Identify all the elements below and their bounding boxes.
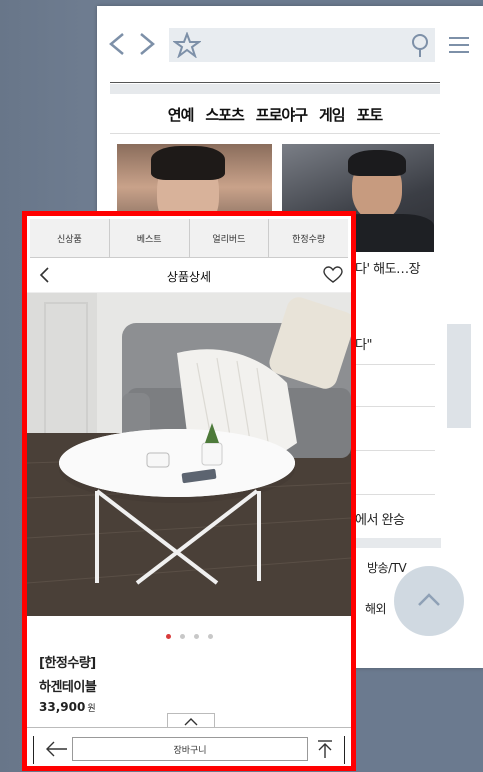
category-divider [110, 133, 440, 134]
pagination-dot[interactable] [207, 634, 213, 639]
product-image[interactable] [27, 293, 351, 616]
shopping-app-frame: 신상품 베스트 얼리버드 한정수량 상품상세 [한정수량] 하겐테이블 33,9… [22, 211, 356, 771]
left-arrow-icon[interactable] [44, 738, 70, 760]
news-section-link[interactable]: 해외 [365, 600, 387, 617]
arrow-to-top-icon[interactable] [314, 738, 336, 760]
bottom-action-bar: 장바구니 [27, 727, 351, 766]
product-price: 33,900 원 [39, 700, 96, 714]
app-header: 상품상세 [27, 258, 351, 293]
browser-toolbar [97, 6, 483, 84]
category-entertainment[interactable]: 연예 [168, 104, 195, 125]
tab-early-bird[interactable]: 얼리버드 [190, 219, 270, 257]
price-currency: 원 [87, 704, 96, 714]
category-games[interactable]: 게임 [319, 104, 346, 125]
tab-new[interactable]: 신상품 [30, 219, 110, 257]
bottom-bar-frame: 장바구니 [33, 736, 345, 764]
tab-limited[interactable]: 한정수량 [269, 219, 348, 257]
news-section-link[interactable]: 방송/TV [367, 559, 407, 576]
scroll-to-top-button[interactable] [394, 566, 464, 636]
forward-arrow-icon[interactable] [133, 30, 161, 58]
expand-panel-tab[interactable] [167, 713, 215, 728]
news-headline[interactable]: 다' 해도…장 [355, 258, 421, 277]
category-baseball[interactable]: 프로야구 [256, 104, 308, 125]
scrollbar-thumb[interactable] [447, 324, 471, 428]
section-band [353, 538, 441, 548]
price-value: 33,900 [39, 700, 86, 714]
category-photo[interactable]: 포토 [357, 104, 384, 125]
product-name: 하겐테이블 [39, 680, 97, 695]
address-bar[interactable] [169, 28, 435, 62]
chevron-up-icon [184, 718, 198, 726]
page-title: 상품상세 [166, 270, 212, 284]
list-divider [353, 406, 435, 407]
list-divider [353, 364, 435, 365]
cart-button[interactable]: 장바구니 [72, 737, 308, 761]
coffee-table-photo [27, 293, 351, 616]
news-headline[interactable]: 다" [355, 334, 372, 353]
list-divider [353, 450, 435, 451]
news-headline[interactable]: 에서 완승 [355, 509, 405, 528]
image-pagination [27, 634, 351, 639]
pagination-dot[interactable] [193, 634, 199, 639]
back-arrow-icon[interactable] [105, 30, 133, 58]
section-band [110, 84, 440, 94]
category-sports[interactable]: 스포츠 [205, 104, 244, 125]
toolbar-divider [110, 82, 440, 83]
list-divider [353, 494, 435, 495]
news-category-nav: 연예 스포츠 프로야구 게임 포토 [110, 96, 440, 132]
location-pin-icon[interactable] [409, 33, 431, 59]
pagination-dot[interactable] [179, 634, 185, 639]
tab-best[interactable]: 베스트 [110, 219, 190, 257]
hamburger-menu-icon[interactable] [449, 37, 469, 53]
star-bookmark-icon[interactable] [173, 32, 201, 58]
product-badge: [한정수량] [39, 656, 96, 671]
chevron-up-icon [418, 593, 440, 606]
app-tab-bar: 신상품 베스트 얼리버드 한정수량 [30, 219, 348, 258]
pagination-dot[interactable] [165, 634, 171, 639]
heart-icon[interactable] [323, 266, 343, 284]
